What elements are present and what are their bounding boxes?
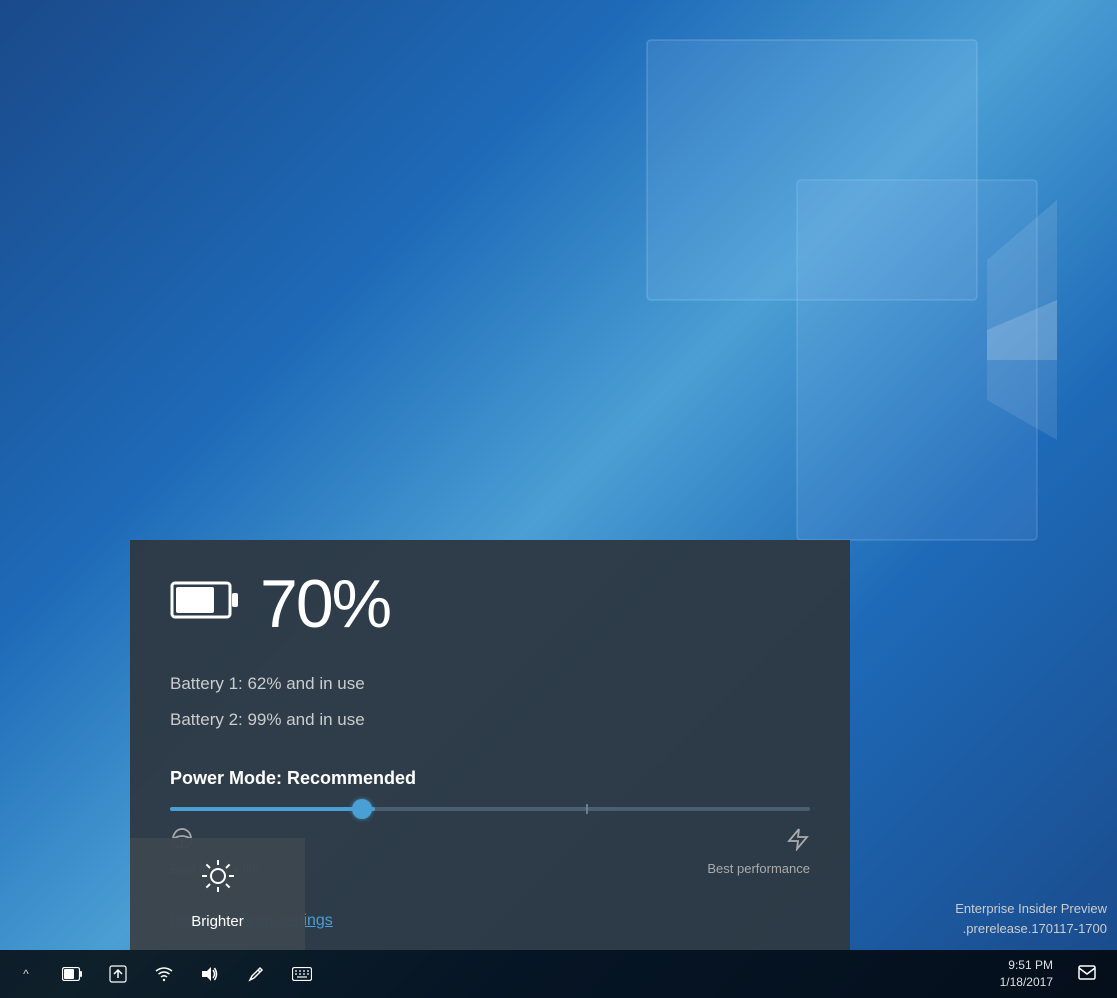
taskbar-date: 1/18/2017	[1000, 974, 1053, 991]
taskbar-right: 9:51 PM 1/18/2017	[992, 950, 1113, 998]
best-performance-text: Best performance	[707, 861, 810, 876]
taskbar-chevron-button[interactable]: ^	[4, 950, 48, 998]
desktop-windows-logo	[617, 20, 1057, 570]
chevron-up-icon: ^	[23, 967, 29, 981]
taskbar-volume-button[interactable]	[188, 950, 232, 998]
battery-icon	[170, 575, 240, 634]
power-slider-tick	[586, 804, 588, 814]
brightness-icon	[200, 858, 236, 901]
power-mode-label: Power Mode: Recommended	[170, 768, 810, 789]
taskbar-clock[interactable]: 9:51 PM 1/18/2017	[992, 957, 1061, 991]
power-slider-track[interactable]	[170, 807, 810, 811]
enterprise-watermark: Enterprise Insider Preview .prerelease.1…	[955, 899, 1107, 938]
best-performance-label: Best performance	[707, 827, 810, 876]
battery2-status: Battery 2: 99% and in use	[170, 702, 810, 738]
power-slider-thumb[interactable]	[352, 799, 372, 819]
taskbar: ^	[0, 950, 1117, 998]
taskbar-pen-button[interactable]	[234, 950, 278, 998]
enterprise-line2: .prerelease.170117-1700	[955, 919, 1107, 939]
power-slider-fill	[170, 807, 375, 811]
taskbar-left: ^	[4, 950, 324, 998]
battery-percentage: 70%	[260, 570, 390, 638]
taskbar-time: 9:51 PM	[1008, 957, 1053, 974]
taskbar-upload-button[interactable]	[96, 950, 140, 998]
brighter-tile[interactable]: Brighter	[130, 838, 305, 950]
battery-header: 70%	[170, 570, 810, 638]
power-slider-container[interactable]	[170, 807, 810, 811]
taskbar-battery-button[interactable]	[50, 950, 94, 998]
brighter-label: Brighter	[191, 913, 244, 930]
taskbar-notification-button[interactable]	[1065, 950, 1109, 998]
performance-icon	[786, 827, 810, 857]
battery-status-list: Battery 1: 62% and in use Battery 2: 99%…	[170, 666, 810, 738]
battery1-status: Battery 1: 62% and in use	[170, 666, 810, 702]
enterprise-line1: Enterprise Insider Preview	[955, 899, 1107, 919]
taskbar-wifi-button[interactable]	[142, 950, 186, 998]
taskbar-keyboard-button[interactable]	[280, 950, 324, 998]
